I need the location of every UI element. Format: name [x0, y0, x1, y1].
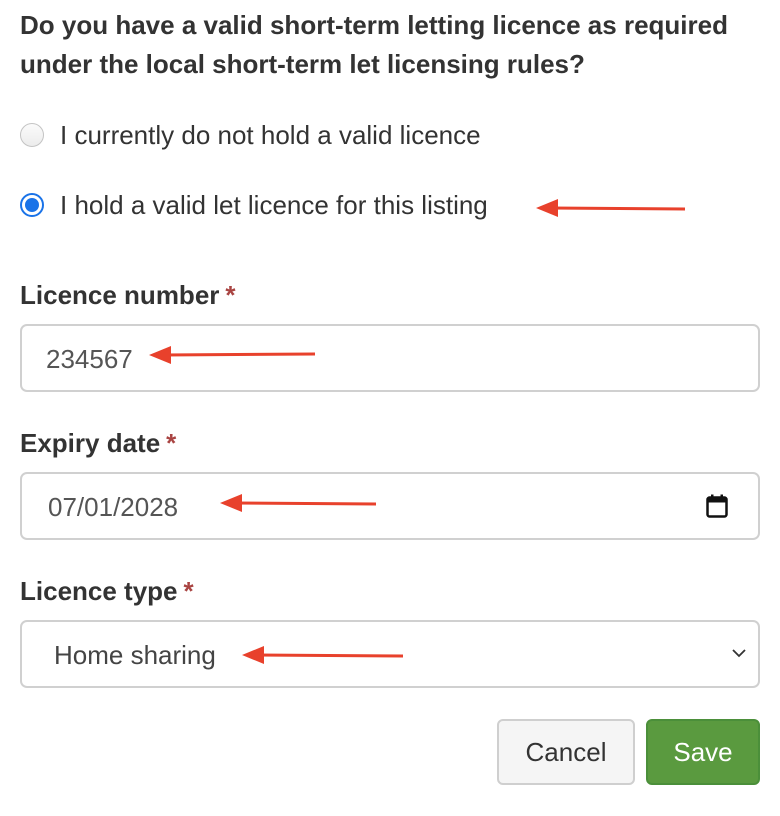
expiry-date-input[interactable]: 07/01/2028	[20, 472, 760, 540]
radio-label-has-licence: I hold a valid let licence for this list…	[60, 189, 488, 220]
licence-type-selected-value: Home sharing	[54, 640, 216, 670]
annotation-arrow-icon	[536, 199, 686, 217]
radio-option-no-licence[interactable]: I currently do not hold a valid licence	[20, 120, 481, 150]
required-marker: *	[166, 428, 177, 458]
licence-type-select[interactable]: Home sharing	[20, 620, 760, 688]
expiry-date-value: 07/01/2028	[48, 492, 179, 522]
cancel-button[interactable]: Cancel	[497, 719, 635, 785]
licence-number-label-text: Licence number	[20, 280, 220, 310]
licence-type-label-text: Licence type	[20, 576, 178, 606]
save-button[interactable]: Save	[646, 719, 760, 785]
radio-label-no-licence: I currently do not hold a valid licence	[60, 119, 481, 150]
licence-type-label: Licence type *	[20, 576, 194, 607]
calendar-icon[interactable]	[706, 494, 728, 518]
licence-number-value: 234567	[46, 344, 133, 374]
radio-no-licence[interactable]	[20, 123, 44, 147]
licence-number-input[interactable]: 234567	[20, 324, 760, 392]
question-heading: Do you have a valid short-term letting l…	[20, 10, 728, 79]
required-marker: *	[183, 576, 194, 606]
licence-number-label: Licence number *	[20, 280, 236, 311]
expiry-date-label-text: Expiry date	[20, 428, 161, 458]
radio-has-licence[interactable]	[20, 193, 44, 217]
chevron-down-icon[interactable]	[730, 644, 748, 662]
expiry-date-label: Expiry date *	[20, 428, 176, 459]
radio-option-has-licence[interactable]: I hold a valid let licence for this list…	[20, 190, 488, 220]
required-marker: *	[225, 280, 236, 310]
